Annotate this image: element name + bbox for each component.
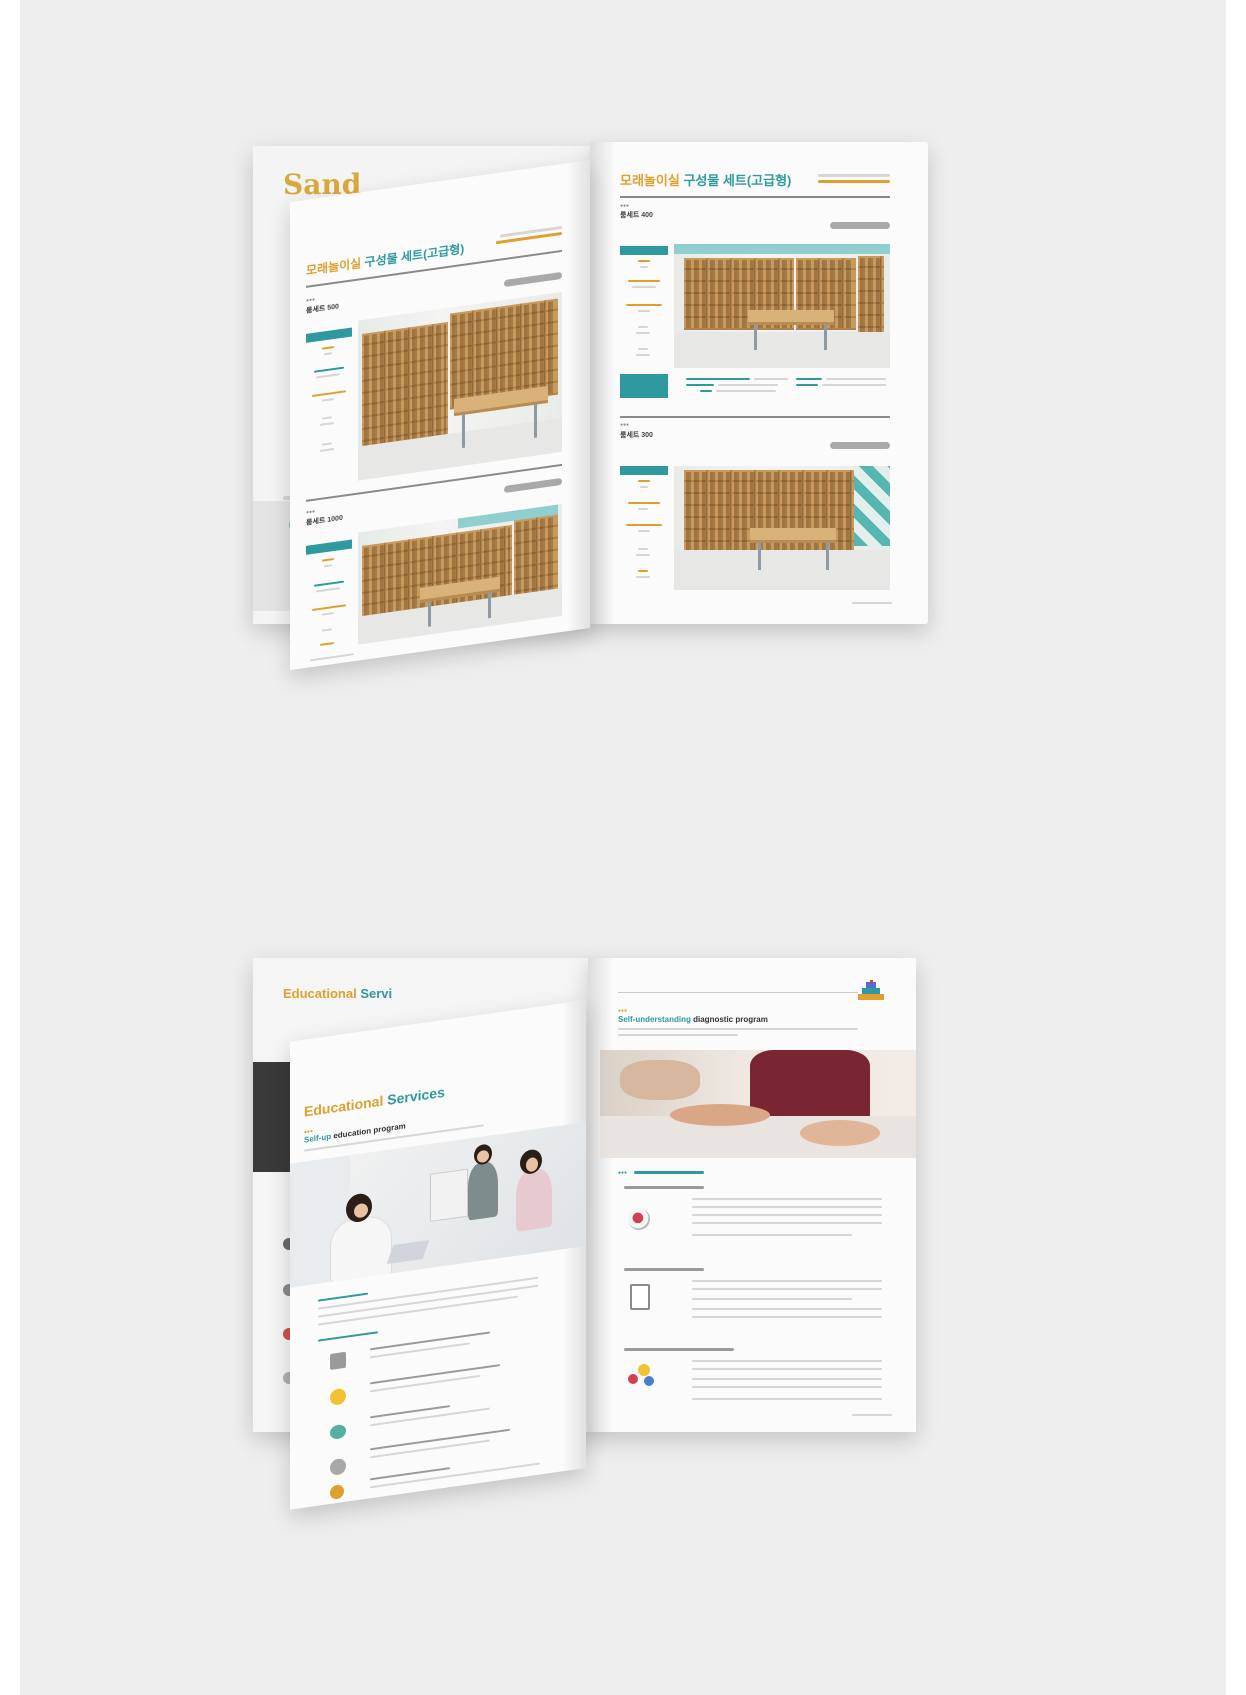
top-left-page: 모래놀이실 구성물 세트(고급형) ●●● 룸세트 500 ●●● 룸세트 10…: [290, 160, 590, 671]
left-section-1-model: 룸세트 500: [306, 303, 339, 315]
book-icon: [330, 1351, 346, 1370]
study-photo: [600, 1050, 916, 1158]
right-section-2-model: 룸세트 300: [620, 432, 653, 439]
top-right-page: 모래놀이실 구성물 세트(고급형) ●●● 룸세트 400 ●●● 룸세트 30…: [590, 142, 928, 624]
bottom-right-page: ●●● Self-understanding diagnostic progra…: [588, 958, 916, 1432]
shelf-photo-2: [674, 466, 890, 590]
right-page-title: 모래놀이실 구성물 세트(고급형): [620, 173, 792, 188]
heart-check-icon: [628, 1208, 650, 1230]
chat-icon: [330, 1423, 346, 1440]
back-page-edu-title: Educational Servi: [283, 986, 393, 1001]
mockup-canvas: Sand 모래놀이실 구성물 세트(고급형) ●●● 룸세트 400 ●●● 룸…: [20, 0, 1226, 1695]
sun-icon: [330, 1484, 344, 1500]
left-page-title: 모래놀이실 구성물 세트(고급형): [306, 241, 465, 278]
bulb-icon: [330, 1387, 346, 1406]
self-up-program-title: Self-up education program: [304, 1121, 406, 1145]
shelf-photo-4: [358, 503, 562, 645]
shelf-photo-3: [358, 291, 562, 481]
document-icon: [630, 1284, 650, 1310]
stack-blocks-icon: [858, 980, 884, 1002]
bottom-left-page: Educational Services ●●● Self-up educati…: [290, 1000, 586, 1510]
educational-services-title: Educational Services: [304, 1083, 445, 1120]
shelf-photo-1: [674, 244, 890, 368]
gear-icon: [330, 1457, 346, 1476]
right-section-1-model: 룸세트 400: [620, 212, 653, 219]
diagnostic-program-title: Self-understanding diagnostic program: [618, 1015, 768, 1024]
lightbulb-people-icon: [628, 1364, 656, 1388]
